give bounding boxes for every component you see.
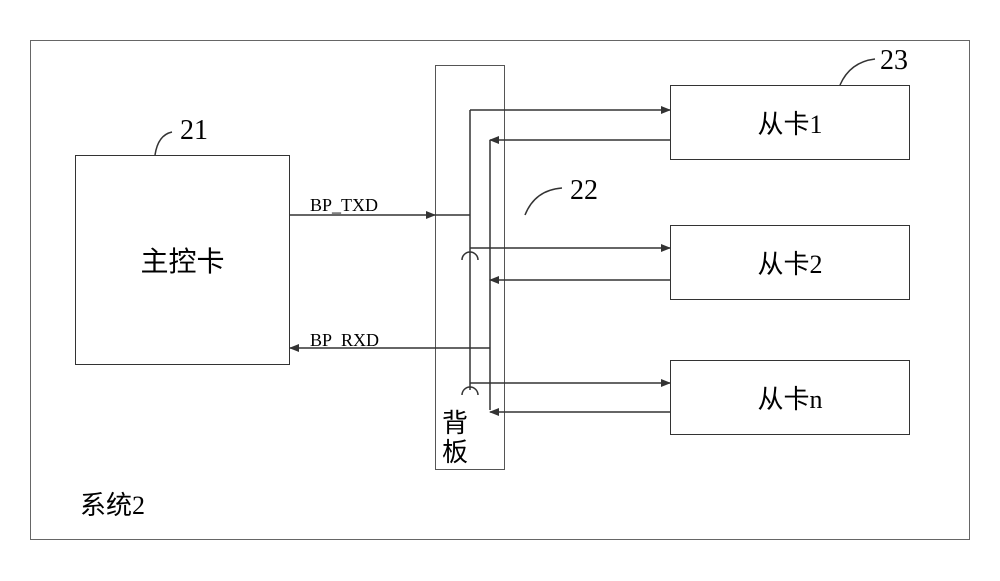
signal-rxd-label: BP_RXD	[310, 330, 379, 351]
slave-card-3: 从卡n	[670, 360, 910, 435]
master-card-label: 主控卡	[140, 240, 224, 280]
slave-card-3-label: 从卡n	[757, 379, 822, 416]
backplane-label: 背板	[442, 410, 472, 467]
ref-label-21: 21	[180, 115, 208, 147]
slave-card-1: 从卡1	[670, 85, 910, 160]
signal-txd-label: BP_TXD	[310, 195, 378, 216]
ref-label-23: 23	[880, 45, 908, 77]
slave-card-2-label: 从卡2	[757, 244, 822, 281]
slave-card-2: 从卡2	[670, 225, 910, 300]
system-label: 系统2	[80, 485, 145, 522]
ref-label-22: 22	[570, 175, 598, 207]
master-card: 主控卡	[75, 155, 290, 365]
slave-card-1-label: 从卡1	[757, 104, 822, 141]
